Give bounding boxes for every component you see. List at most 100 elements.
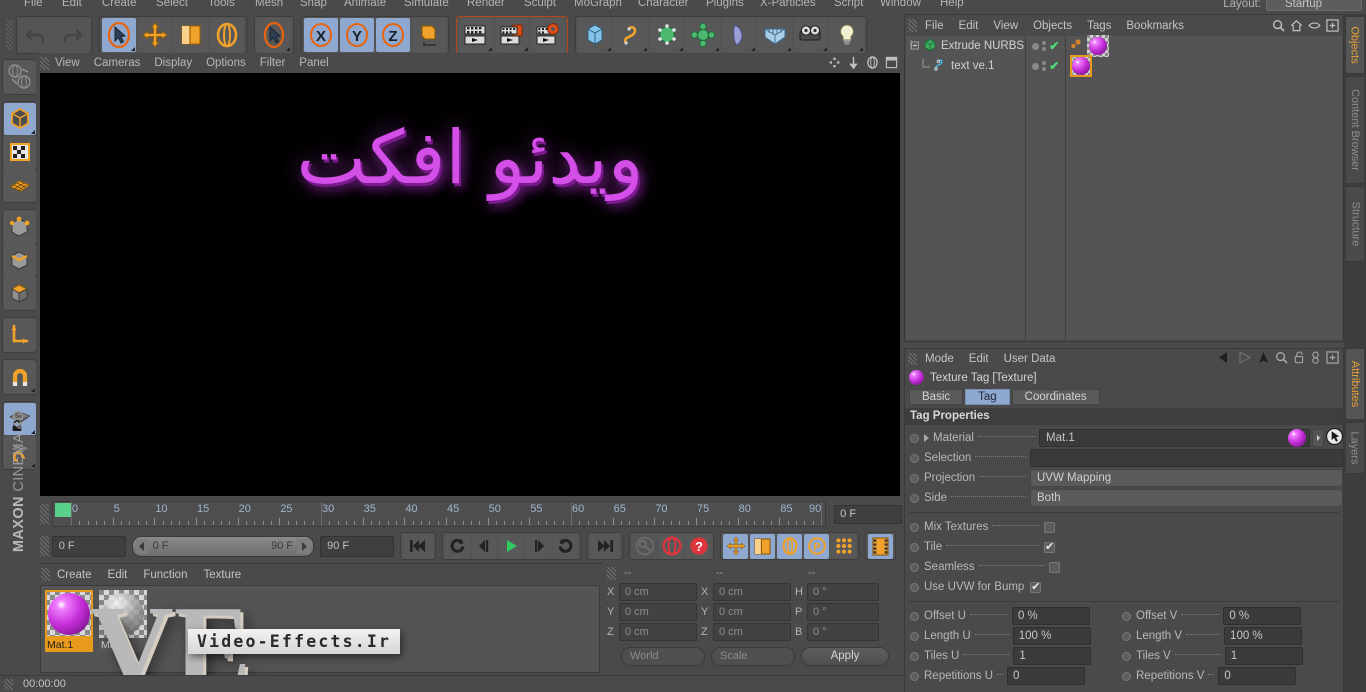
viewport-menu-display[interactable]: Display — [154, 57, 192, 69]
lock-y-axis-button[interactable]: Y — [340, 18, 374, 52]
visibility-dot-icon[interactable] — [1031, 42, 1039, 50]
material-menu-edit[interactable]: Edit — [108, 569, 128, 581]
anim-track-dot-icon[interactable] — [1122, 651, 1131, 661]
keyframe-selection-button[interactable]: ? — [686, 533, 711, 559]
back-icon[interactable] — [1218, 351, 1232, 364]
polygons-mode-button[interactable] — [4, 277, 36, 309]
play-button[interactable] — [499, 533, 524, 559]
anim-track-dot-icon[interactable] — [910, 651, 919, 661]
viewport-menu-cameras[interactable]: Cameras — [94, 57, 141, 69]
menu-file[interactable]: File — [24, 0, 43, 9]
transport-grip[interactable] — [40, 536, 49, 556]
toolbar-grip[interactable] — [6, 20, 13, 50]
right-tab-attributes[interactable]: Attributes — [1345, 348, 1365, 420]
autokeying-button[interactable] — [659, 533, 684, 559]
attribute-menu-edit[interactable]: Edit — [969, 353, 989, 365]
tab-tag[interactable]: Tag — [965, 389, 1010, 405]
menu-plugins[interactable]: Plugins — [706, 0, 744, 9]
anim-track-dot-icon[interactable] — [910, 582, 919, 592]
menu-x-particles[interactable]: X-Particles — [760, 0, 816, 9]
position-x-field[interactable]: 0 cm — [619, 583, 697, 601]
seamless-checkbox[interactable] — [1048, 561, 1060, 573]
axis-mode-button[interactable] — [4, 319, 36, 351]
object-menu-file[interactable]: File — [925, 20, 944, 32]
right-tab-objects[interactable]: Objects — [1345, 16, 1365, 74]
tiles-u-field[interactable]: 1 — [1013, 647, 1092, 665]
menu-tools[interactable]: Tools — [208, 0, 235, 9]
size-mode-dropdown[interactable]: Scale — [711, 647, 795, 666]
material-dots-icon[interactable] — [1070, 38, 1083, 54]
range-start-handle[interactable] — [135, 538, 149, 554]
maximize-icon[interactable] — [1326, 19, 1339, 32]
object-row-text-ve-1[interactable]: text ve.1 — [906, 56, 1025, 76]
move-tool[interactable] — [138, 18, 172, 52]
uv-mesh-mode-button[interactable] — [4, 169, 36, 201]
add-environment-button[interactable] — [758, 18, 792, 52]
menu-select[interactable]: Select — [156, 0, 188, 9]
selection-field[interactable] — [1030, 449, 1343, 467]
go-to-start-button[interactable] — [403, 533, 433, 559]
side-dropdown[interactable]: Both — [1030, 489, 1343, 507]
world-object-coordinates-button[interactable] — [412, 18, 446, 52]
anim-track-dot-icon[interactable] — [910, 671, 919, 681]
material-menu-function[interactable]: Function — [143, 569, 187, 581]
tiles-v-field[interactable]: 1 — [1224, 647, 1303, 665]
anim-track-dot-icon[interactable] — [910, 542, 919, 552]
material-link-field[interactable]: Mat.1 — [1039, 429, 1310, 447]
enabled-check-icon[interactable]: ✔ — [1049, 40, 1059, 52]
timeline-ruler[interactable]: 0 5 10 15 20 25 30 35 40 45 50 55 60 65 70 75 80 85 90 — [51, 501, 827, 527]
object-menu-tags[interactable]: Tags — [1087, 20, 1111, 32]
attribute-menu-user-data[interactable]: User Data — [1004, 353, 1056, 365]
menu-create[interactable]: Create — [102, 0, 137, 9]
right-tab-layers[interactable]: Layers — [1345, 422, 1365, 474]
object-tree[interactable]: Extrude NURBS text ve.1 ✔ ✔ — [906, 35, 1342, 340]
viewport-menu-options[interactable]: Options — [206, 57, 246, 69]
offset-u-field[interactable]: 0 % — [1011, 607, 1090, 625]
material-menu-create[interactable]: Create — [57, 569, 92, 581]
right-tab-structure[interactable]: Structure — [1345, 186, 1365, 262]
current-frame-field[interactable]: 0 F — [51, 535, 126, 557]
apply-button[interactable]: Apply — [801, 647, 889, 666]
anim-track-dot-icon[interactable] — [910, 611, 919, 621]
add-deformer-button[interactable] — [722, 18, 756, 52]
enable-snapping-button[interactable] — [4, 361, 36, 393]
maximize-icon[interactable] — [1326, 351, 1339, 364]
expand-toggle-icon[interactable] — [910, 39, 921, 53]
size-y-field[interactable]: 0 cm — [713, 603, 791, 621]
menu-mograph[interactable]: MoGraph — [574, 0, 622, 9]
scale-tool[interactable] — [174, 18, 208, 52]
dolly-view-icon[interactable] — [847, 56, 860, 69]
link-icon[interactable] — [1311, 351, 1320, 364]
object-menu-bookmarks[interactable]: Bookmarks — [1126, 20, 1184, 32]
model-mode-button[interactable] — [4, 103, 36, 135]
attribute-manager-grip[interactable] — [908, 352, 917, 365]
status-bar-grip[interactable] — [4, 678, 13, 690]
repetitions-v-field[interactable]: 0 — [1218, 667, 1297, 685]
attribute-menu-mode[interactable]: Mode — [925, 353, 954, 365]
home-icon[interactable] — [1290, 19, 1303, 32]
rotation-b-field[interactable]: 0 ° — [807, 623, 879, 641]
undo-button[interactable] — [19, 18, 53, 52]
viewport-menu-panel[interactable]: Panel — [299, 57, 328, 69]
select-mode-button[interactable] — [257, 18, 291, 52]
layout-dropdown[interactable]: Startup — [1266, 0, 1362, 11]
coordinate-system-dropdown[interactable]: World — [621, 647, 705, 666]
layout-selector[interactable]: Layout: Startup — [1223, 0, 1362, 11]
anim-track-dot-icon[interactable] — [910, 433, 919, 443]
parameter-key-button[interactable]: P — [804, 533, 829, 559]
search-icon[interactable] — [1275, 351, 1288, 364]
repetitions-u-field[interactable]: 0 — [1007, 667, 1086, 685]
render-to-picture-viewer-button[interactable] — [495, 18, 529, 52]
forward-icon[interactable] — [1238, 351, 1252, 364]
points-mode-button[interactable] — [4, 211, 36, 243]
right-tab-content-browser[interactable]: Content Browser — [1345, 76, 1365, 184]
live-selection-tool[interactable] — [102, 18, 136, 52]
object-menu-objects[interactable]: Objects — [1033, 20, 1072, 32]
position-y-field[interactable]: 0 cm — [619, 603, 697, 621]
menu-mesh[interactable]: Mesh — [255, 0, 283, 9]
object-menu-view[interactable]: View — [993, 20, 1018, 32]
material-manager-grip[interactable] — [41, 568, 50, 581]
visibility-toggles-icon[interactable] — [1041, 41, 1046, 51]
rotation-h-field[interactable]: 0 ° — [807, 583, 879, 601]
go-to-previous-key-button[interactable] — [445, 533, 470, 559]
